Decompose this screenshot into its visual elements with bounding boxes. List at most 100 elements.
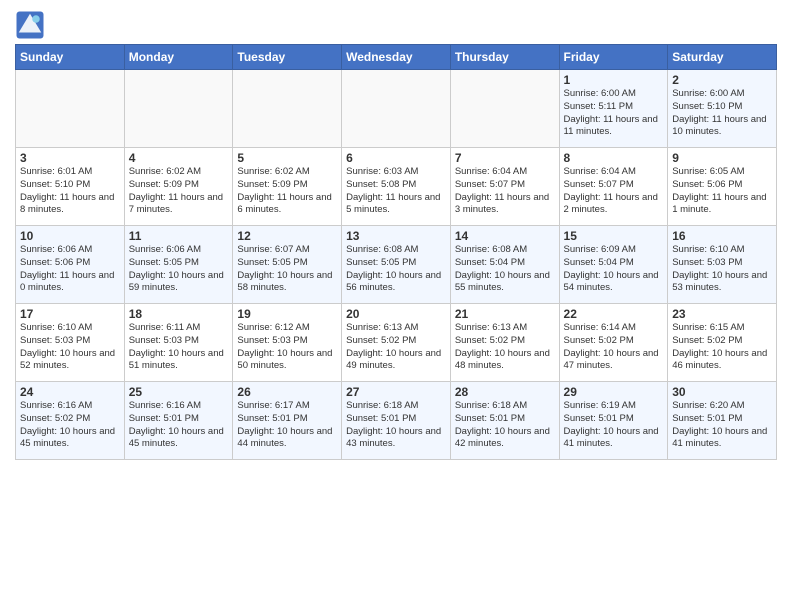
day-cell: 16Sunrise: 6:10 AM Sunset: 5:03 PM Dayli…: [668, 226, 777, 304]
day-number: 9: [672, 151, 772, 165]
day-info: Sunrise: 6:06 AM Sunset: 5:05 PM Dayligh…: [129, 244, 229, 295]
weekday-header-sunday: Sunday: [16, 45, 125, 70]
day-number: 17: [20, 307, 120, 321]
day-number: 2: [672, 73, 772, 87]
day-cell: 10Sunrise: 6:06 AM Sunset: 5:06 PM Dayli…: [16, 226, 125, 304]
day-info: Sunrise: 6:08 AM Sunset: 5:05 PM Dayligh…: [346, 244, 446, 295]
day-cell: 29Sunrise: 6:19 AM Sunset: 5:01 PM Dayli…: [559, 382, 668, 460]
day-number: 28: [455, 385, 555, 399]
day-info: Sunrise: 6:05 AM Sunset: 5:06 PM Dayligh…: [672, 166, 772, 217]
day-info: Sunrise: 6:10 AM Sunset: 5:03 PM Dayligh…: [672, 244, 772, 295]
day-info: Sunrise: 6:08 AM Sunset: 5:04 PM Dayligh…: [455, 244, 555, 295]
day-number: 13: [346, 229, 446, 243]
day-cell: [342, 70, 451, 148]
day-info: Sunrise: 6:04 AM Sunset: 5:07 PM Dayligh…: [455, 166, 555, 217]
weekday-header-monday: Monday: [124, 45, 233, 70]
day-info: Sunrise: 6:00 AM Sunset: 5:11 PM Dayligh…: [564, 88, 664, 139]
day-info: Sunrise: 6:09 AM Sunset: 5:04 PM Dayligh…: [564, 244, 664, 295]
header: [15, 10, 777, 40]
day-number: 5: [237, 151, 337, 165]
day-number: 22: [564, 307, 664, 321]
day-cell: 7Sunrise: 6:04 AM Sunset: 5:07 PM Daylig…: [450, 148, 559, 226]
day-number: 3: [20, 151, 120, 165]
day-number: 25: [129, 385, 229, 399]
day-cell: 4Sunrise: 6:02 AM Sunset: 5:09 PM Daylig…: [124, 148, 233, 226]
day-number: 23: [672, 307, 772, 321]
logo-icon: [15, 10, 45, 40]
day-number: 29: [564, 385, 664, 399]
day-number: 18: [129, 307, 229, 321]
day-info: Sunrise: 6:18 AM Sunset: 5:01 PM Dayligh…: [455, 400, 555, 451]
day-number: 19: [237, 307, 337, 321]
day-info: Sunrise: 6:10 AM Sunset: 5:03 PM Dayligh…: [20, 322, 120, 373]
weekday-header-saturday: Saturday: [668, 45, 777, 70]
day-cell: 24Sunrise: 6:16 AM Sunset: 5:02 PM Dayli…: [16, 382, 125, 460]
day-cell: 11Sunrise: 6:06 AM Sunset: 5:05 PM Dayli…: [124, 226, 233, 304]
week-row-0: 1Sunrise: 6:00 AM Sunset: 5:11 PM Daylig…: [16, 70, 777, 148]
day-number: 21: [455, 307, 555, 321]
day-number: 11: [129, 229, 229, 243]
day-number: 27: [346, 385, 446, 399]
day-cell: 5Sunrise: 6:02 AM Sunset: 5:09 PM Daylig…: [233, 148, 342, 226]
day-info: Sunrise: 6:19 AM Sunset: 5:01 PM Dayligh…: [564, 400, 664, 451]
day-info: Sunrise: 6:13 AM Sunset: 5:02 PM Dayligh…: [455, 322, 555, 373]
day-info: Sunrise: 6:04 AM Sunset: 5:07 PM Dayligh…: [564, 166, 664, 217]
day-cell: 20Sunrise: 6:13 AM Sunset: 5:02 PM Dayli…: [342, 304, 451, 382]
day-cell: 22Sunrise: 6:14 AM Sunset: 5:02 PM Dayli…: [559, 304, 668, 382]
day-cell: 17Sunrise: 6:10 AM Sunset: 5:03 PM Dayli…: [16, 304, 125, 382]
day-cell: 25Sunrise: 6:16 AM Sunset: 5:01 PM Dayli…: [124, 382, 233, 460]
day-number: 14: [455, 229, 555, 243]
day-cell: 19Sunrise: 6:12 AM Sunset: 5:03 PM Dayli…: [233, 304, 342, 382]
day-cell: 9Sunrise: 6:05 AM Sunset: 5:06 PM Daylig…: [668, 148, 777, 226]
day-number: 20: [346, 307, 446, 321]
week-row-4: 24Sunrise: 6:16 AM Sunset: 5:02 PM Dayli…: [16, 382, 777, 460]
day-cell: 30Sunrise: 6:20 AM Sunset: 5:01 PM Dayli…: [668, 382, 777, 460]
day-cell: [124, 70, 233, 148]
day-cell: 12Sunrise: 6:07 AM Sunset: 5:05 PM Dayli…: [233, 226, 342, 304]
weekday-header-tuesday: Tuesday: [233, 45, 342, 70]
page-container: SundayMondayTuesdayWednesdayThursdayFrid…: [0, 0, 792, 470]
week-row-3: 17Sunrise: 6:10 AM Sunset: 5:03 PM Dayli…: [16, 304, 777, 382]
day-cell: 23Sunrise: 6:15 AM Sunset: 5:02 PM Dayli…: [668, 304, 777, 382]
day-info: Sunrise: 6:18 AM Sunset: 5:01 PM Dayligh…: [346, 400, 446, 451]
day-number: 12: [237, 229, 337, 243]
day-cell: 18Sunrise: 6:11 AM Sunset: 5:03 PM Dayli…: [124, 304, 233, 382]
day-info: Sunrise: 6:20 AM Sunset: 5:01 PM Dayligh…: [672, 400, 772, 451]
day-number: 4: [129, 151, 229, 165]
day-number: 7: [455, 151, 555, 165]
day-info: Sunrise: 6:14 AM Sunset: 5:02 PM Dayligh…: [564, 322, 664, 373]
calendar-table: SundayMondayTuesdayWednesdayThursdayFrid…: [15, 44, 777, 460]
week-row-1: 3Sunrise: 6:01 AM Sunset: 5:10 PM Daylig…: [16, 148, 777, 226]
weekday-header-wednesday: Wednesday: [342, 45, 451, 70]
day-number: 15: [564, 229, 664, 243]
logo: [15, 10, 49, 40]
day-cell: 15Sunrise: 6:09 AM Sunset: 5:04 PM Dayli…: [559, 226, 668, 304]
day-number: 1: [564, 73, 664, 87]
weekday-header-thursday: Thursday: [450, 45, 559, 70]
day-number: 10: [20, 229, 120, 243]
weekday-header-friday: Friday: [559, 45, 668, 70]
day-cell: 13Sunrise: 6:08 AM Sunset: 5:05 PM Dayli…: [342, 226, 451, 304]
day-cell: 6Sunrise: 6:03 AM Sunset: 5:08 PM Daylig…: [342, 148, 451, 226]
day-number: 6: [346, 151, 446, 165]
day-cell: 3Sunrise: 6:01 AM Sunset: 5:10 PM Daylig…: [16, 148, 125, 226]
day-info: Sunrise: 6:01 AM Sunset: 5:10 PM Dayligh…: [20, 166, 120, 217]
day-info: Sunrise: 6:02 AM Sunset: 5:09 PM Dayligh…: [129, 166, 229, 217]
day-number: 24: [20, 385, 120, 399]
day-info: Sunrise: 6:13 AM Sunset: 5:02 PM Dayligh…: [346, 322, 446, 373]
day-info: Sunrise: 6:11 AM Sunset: 5:03 PM Dayligh…: [129, 322, 229, 373]
day-info: Sunrise: 6:03 AM Sunset: 5:08 PM Dayligh…: [346, 166, 446, 217]
day-info: Sunrise: 6:12 AM Sunset: 5:03 PM Dayligh…: [237, 322, 337, 373]
day-cell: 2Sunrise: 6:00 AM Sunset: 5:10 PM Daylig…: [668, 70, 777, 148]
day-info: Sunrise: 6:16 AM Sunset: 5:02 PM Dayligh…: [20, 400, 120, 451]
day-cell: 28Sunrise: 6:18 AM Sunset: 5:01 PM Dayli…: [450, 382, 559, 460]
day-cell: 1Sunrise: 6:00 AM Sunset: 5:11 PM Daylig…: [559, 70, 668, 148]
day-info: Sunrise: 6:06 AM Sunset: 5:06 PM Dayligh…: [20, 244, 120, 295]
day-number: 8: [564, 151, 664, 165]
day-info: Sunrise: 6:17 AM Sunset: 5:01 PM Dayligh…: [237, 400, 337, 451]
day-info: Sunrise: 6:07 AM Sunset: 5:05 PM Dayligh…: [237, 244, 337, 295]
day-cell: 8Sunrise: 6:04 AM Sunset: 5:07 PM Daylig…: [559, 148, 668, 226]
day-cell: 14Sunrise: 6:08 AM Sunset: 5:04 PM Dayli…: [450, 226, 559, 304]
day-info: Sunrise: 6:16 AM Sunset: 5:01 PM Dayligh…: [129, 400, 229, 451]
day-cell: 27Sunrise: 6:18 AM Sunset: 5:01 PM Dayli…: [342, 382, 451, 460]
